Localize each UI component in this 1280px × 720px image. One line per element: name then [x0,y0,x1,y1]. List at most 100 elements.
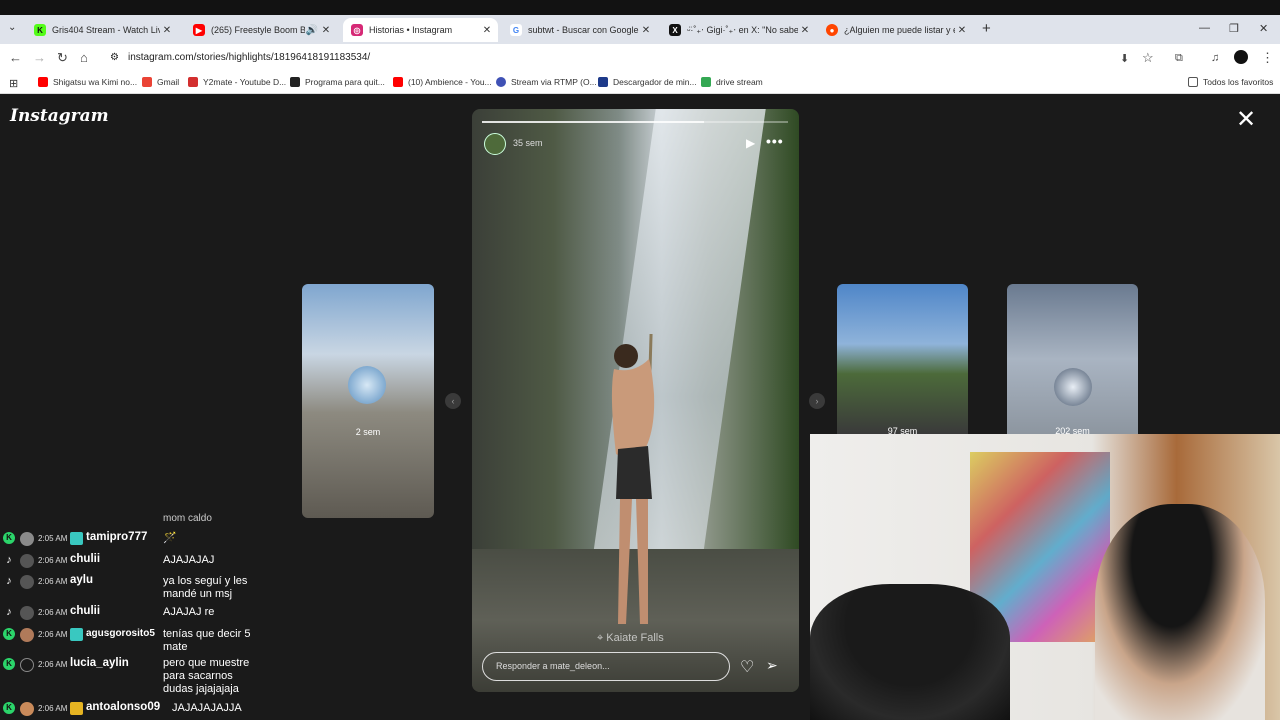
stream-chat: mom caldo K 2:05 AM tamipro777 🪄 ♪ 2:06 … [0,513,265,720]
tab-google[interactable]: G subtwt - Buscar con Google ✕ [502,18,657,42]
message-time: 2:05 AM [38,534,68,543]
thumbnail-time: 2 sem [355,427,381,437]
home-icon[interactable]: ⌂ [80,50,88,65]
bookmark-item[interactable]: Y2mate - Youtube D... [188,77,286,87]
bookmarks-bar: ⊞ Shigatsu wa Kimi no... Gmail Y2mate - … [0,72,1280,94]
site-info-icon[interactable]: ⚙ [110,48,119,68]
avatar [20,702,34,716]
message-time: 2:06 AM [38,630,68,639]
more-options-icon[interactable]: ••• [766,133,784,149]
message-time: 2:06 AM [38,577,68,586]
crown-badge-icon [70,702,83,715]
webcam-overlay [810,434,1280,720]
tab-search-button[interactable]: ⌄ [8,22,16,33]
new-tab-button[interactable]: + [982,20,991,37]
message-text: JAJAJAJAJJA [172,702,242,714]
kick-badge-icon: K [3,532,15,544]
reddit-icon: ● [826,24,838,36]
play-icon[interactable]: ▶ [746,136,755,150]
message-text: AJAJAJAJ [163,554,215,566]
kick-icon: K [34,24,46,36]
window-close-icon[interactable]: ✕ [1259,22,1268,35]
sub-badge-icon [70,532,83,545]
y2mate-icon [188,77,198,87]
close-icon[interactable]: ✕ [1234,108,1258,132]
speaker-icon[interactable]: 🔊 [305,25,319,36]
thumbnail-time: 202 sem [1055,426,1090,434]
browser-tab-bar: ⌄ K Gris404 Stream - Watch Live on ✕ ▶ (… [0,0,1280,44]
x-icon: X [669,24,681,36]
prev-story-arrow-icon[interactable]: ‹ [445,393,461,409]
close-tab-icon[interactable]: ✕ [639,25,653,36]
message-time: 2:06 AM [38,660,68,669]
url-field[interactable]: ⚙ instagram.com/stories/highlights/18196… [104,48,1110,68]
minimize-icon[interactable]: — [1199,22,1210,34]
extensions-icon[interactable]: ⧉ [1175,52,1183,65]
maximize-icon[interactable]: ❐ [1229,22,1239,35]
tab-reddit[interactable]: ● ¿Alguien me puede listar y exp ✕ [818,18,973,42]
send-icon[interactable]: ➢ [766,657,778,674]
bookmark-item[interactable]: Shigatsu wa Kimi no... [38,77,137,87]
reload-icon[interactable]: ↻ [57,50,68,66]
bookmark-item[interactable]: Descargador de min... [598,77,697,87]
story-avatar[interactable] [484,133,506,155]
youtube-icon: ▶ [193,24,205,36]
username: lucia_aylin [70,657,129,669]
message-text: 🪄 [163,532,177,544]
tab-youtube[interactable]: ▶ (265) Freestyle Boom Bap B 🔊 ✕ [185,18,337,42]
install-icon[interactable]: ⬇ [1120,52,1129,65]
tab-title: ᵕ̈·˚₊‧ Gigi·˚₊‧ en X: "No saben qu [687,24,798,35]
avatar [20,606,34,620]
forward-icon[interactable]: → [33,50,46,65]
tab-title: Historias • Instagram [369,25,453,35]
next-story-arrow-icon[interactable]: › [809,393,825,409]
story-progress-bar-remaining [704,121,788,123]
close-tab-icon[interactable]: ✕ [480,25,494,36]
heart-icon[interactable]: ♡ [740,657,754,677]
location-sticker[interactable]: ⌖ Kaiate Falls [597,632,664,645]
all-bookmarks-folder[interactable]: Todos los favoritos [1188,77,1273,87]
close-tab-icon[interactable]: ✕ [319,25,333,36]
story-card[interactable]: 35 sem ▶ ••• ⌖ Kaiate Falls Responder a … [472,109,799,692]
bookmark-item[interactable]: Gmail [142,77,179,87]
story-thumbnail-next-2[interactable]: 202 sem [1007,284,1138,434]
bookmark-item[interactable]: Stream via RTMP (O... [496,77,597,87]
kick-badge-icon: K [3,628,15,640]
tiktok-icon: ♪ [6,575,12,587]
username: aylu [70,574,94,586]
tab-kick-stream[interactable]: K Gris404 Stream - Watch Live on ✕ [26,18,178,42]
person-right-image [1095,504,1265,720]
tab-x[interactable]: X ᵕ̈·˚₊‧ Gigi·˚₊‧ en X: "No saben qu ✕ [661,18,816,42]
program-icon [290,77,300,87]
title-strip [0,0,1280,15]
apps-icon[interactable]: ⊞ [9,77,18,90]
close-tab-icon[interactable]: ✕ [160,25,174,36]
thumbnail-time: 97 sem [887,426,918,434]
profile-avatar[interactable] [1234,50,1248,64]
bookmark-item[interactable]: drive stream [701,77,763,87]
menu-icon[interactable]: ⋮ [1261,50,1274,66]
gmail-icon [142,77,152,87]
bookmark-item[interactable]: Programa para quit... [290,77,385,87]
bookmark-label: (10) Ambience - You... [408,77,492,87]
bookmark-item[interactable]: (10) Ambience - You... [393,77,492,87]
message-text: AJAJAJ re [163,606,215,618]
person-left-image [810,584,1010,720]
close-tab-icon[interactable]: ✕ [955,25,969,36]
tab-instagram[interactable]: ◎ Historias • Instagram ✕ [343,18,498,42]
close-tab-icon[interactable]: ✕ [798,25,812,36]
tab-title: ¿Alguien me puede listar y exp [844,25,955,35]
username: chulii [70,605,101,617]
google-icon: G [510,24,522,36]
thumbnail-avatar [1054,368,1092,406]
back-icon[interactable]: ← [9,50,22,65]
bookmark-star-icon[interactable]: ☆ [1142,50,1154,66]
story-thumbnail-prev[interactable]: 2 sem [302,284,434,518]
avatar [20,532,34,546]
media-control-icon[interactable]: ♫ [1211,52,1219,64]
story-time: 35 sem [513,138,543,148]
reply-input[interactable]: Responder a mate_deleon... [482,652,730,681]
instagram-logo[interactable]: Instagram [10,106,109,126]
location-pin-icon: ⌖ [597,632,607,644]
story-thumbnail-next[interactable]: 97 sem [837,284,968,434]
